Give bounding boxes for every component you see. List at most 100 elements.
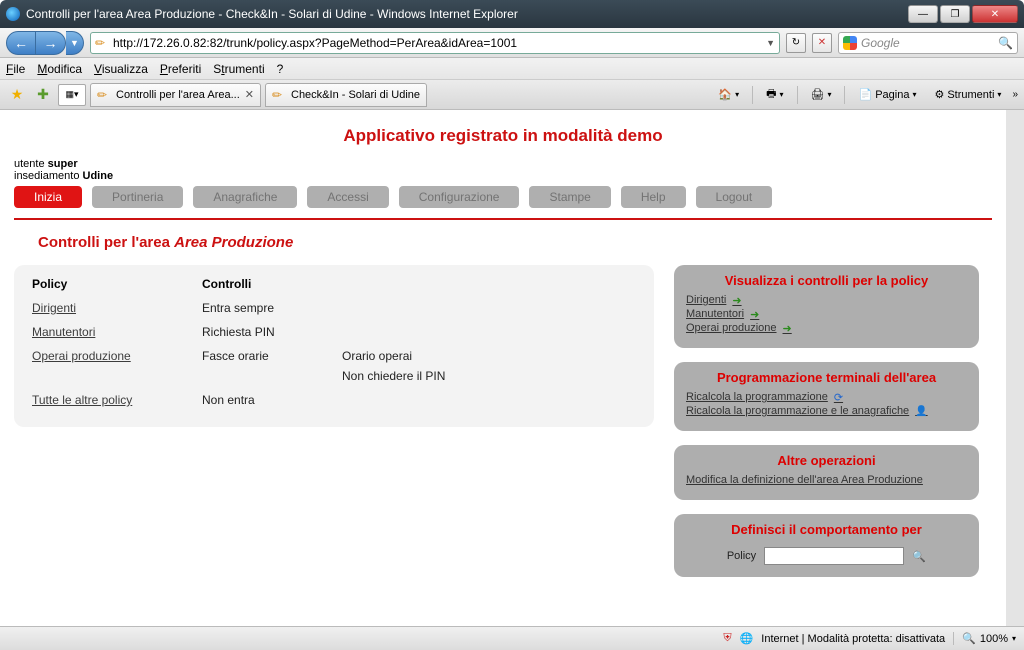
site-line: insediamento Udine — [14, 170, 992, 182]
policy-panel: Policy Controlli Dirigenti Entra sempre … — [14, 265, 654, 427]
zoom-dropdown-icon[interactable]: ▾ — [1012, 634, 1016, 643]
policy-link-manutentori[interactable]: Manutentori — [32, 325, 202, 339]
address-bar[interactable]: http://172.26.0.82:82/trunk/policy.aspx?… — [90, 32, 780, 54]
zoom-value: 100% — [980, 633, 1008, 645]
controlli-altre: Non entra — [202, 393, 342, 407]
menu-visualizza[interactable]: Visualizza — [94, 62, 148, 76]
arrow-icon — [732, 294, 746, 306]
tab-toolbar: ★ ✚ ▦▾ Controlli per l'area Area... ✕ Ch… — [0, 80, 1024, 110]
panel-visualizza-title: Visualizza i controlli per la policy — [686, 273, 967, 288]
extra-operai: Orario operai Non chiedere il PIN — [342, 349, 636, 383]
col-policy-header: Policy — [32, 277, 202, 291]
rlink-manutentori[interactable]: Manutentori — [686, 308, 967, 320]
back-button[interactable]: ← — [6, 31, 36, 55]
window-title: Controlli per l'area Area Produzione - C… — [6, 7, 518, 21]
globe-icon: 🌐 — [740, 632, 754, 645]
refresh-icon — [834, 391, 848, 403]
nav-logout[interactable]: Logout — [696, 186, 773, 208]
nav-inizia[interactable]: Inizia — [14, 186, 82, 208]
controlli-dirigenti: Entra sempre — [202, 301, 342, 315]
person-icon — [915, 405, 929, 417]
arrow-icon — [783, 322, 797, 334]
panel-visualizza: Visualizza i controlli per la policy Dir… — [674, 265, 979, 348]
nav-accessi[interactable]: Accessi — [307, 186, 388, 208]
home-button[interactable]: 🏠▾ — [711, 84, 746, 106]
pagina-menu[interactable]: 📄 Pagina ▾ — [851, 84, 923, 106]
rlink-modifica-area[interactable]: Modifica la definizione dell'area Area P… — [686, 474, 967, 486]
window-title-text: Controlli per l'area Area Produzione - C… — [26, 7, 518, 21]
panel-programmazione-title: Programmazione terminali dell'area — [686, 370, 967, 385]
viewport: Applicativo registrato in modalità demo … — [0, 110, 1024, 626]
menu-preferiti[interactable]: Preferiti — [160, 62, 201, 76]
nav-configurazione[interactable]: Configurazione — [399, 186, 520, 208]
pencil-icon — [97, 88, 111, 102]
security-shield-icon: ⛨ — [723, 632, 731, 645]
page-title: Controlli per l'area Area Produzione — [38, 234, 992, 251]
controlli-manutentori: Richiesta PIN — [202, 325, 342, 339]
zoom-icon: 🔍 — [962, 632, 976, 645]
search-placeholder: Google — [861, 36, 900, 50]
menu-bar: File Modifica Visualizza Preferiti Strum… — [0, 58, 1024, 80]
panel-programmazione: Programmazione terminali dell'area Rical… — [674, 362, 979, 431]
add-favorite-icon[interactable]: ✚ — [32, 84, 54, 106]
tab-inactive[interactable]: Check&In - Solari di Udine — [265, 83, 427, 107]
close-button[interactable]: ✕ — [972, 5, 1018, 23]
maximize-button[interactable]: ❐ — [940, 5, 970, 23]
stop-button[interactable]: ✕ — [812, 33, 832, 53]
rlink-ricalcola[interactable]: Ricalcola la programmazione — [686, 391, 967, 403]
panel-altre-title: Altre operazioni — [686, 453, 967, 468]
nav-anagrafiche[interactable]: Anagrafiche — [193, 186, 297, 208]
policy-input[interactable] — [764, 547, 904, 565]
feeds-button[interactable]: 🖶▾ — [759, 84, 790, 106]
policy-input-label: Policy — [727, 550, 756, 562]
policy-link-dirigenti[interactable]: Dirigenti — [32, 301, 202, 315]
url-text: http://172.26.0.82:82/trunk/policy.aspx?… — [113, 36, 762, 50]
arrow-icon — [750, 308, 764, 320]
user-line: utente super — [14, 158, 992, 170]
nav-portineria[interactable]: Portineria — [92, 186, 183, 208]
favorites-star-icon[interactable]: ★ — [6, 84, 28, 106]
nav-help[interactable]: Help — [621, 186, 686, 208]
search-box[interactable]: Google 🔍 — [838, 32, 1018, 54]
panel-altre: Altre operazioni Modifica la definizione… — [674, 445, 979, 500]
red-divider — [14, 218, 992, 220]
search-go-icon[interactable]: 🔍 — [998, 36, 1013, 50]
internet-explorer-icon — [6, 7, 20, 21]
status-text: Internet | Modalità protetta: disattivat… — [761, 633, 945, 645]
main-nav: Inizia Portineria Anagrafiche Accessi Co… — [14, 186, 992, 208]
rlink-ricalcola-anag[interactable]: Ricalcola la programmazione e le anagraf… — [686, 405, 967, 417]
tab-label-0: Controlli per l'area Area... — [116, 89, 240, 101]
pencil-icon — [272, 88, 286, 102]
quick-tabs-button[interactable]: ▦▾ — [58, 84, 86, 106]
toolbar-chevron-icon[interactable]: » — [1012, 89, 1018, 100]
search-icon[interactable] — [912, 550, 926, 562]
policy-link-operai[interactable]: Operai produzione — [32, 349, 202, 383]
nav-arrows: ← → ▼ — [6, 31, 84, 55]
menu-modifica[interactable]: Modifica — [37, 62, 82, 76]
minimize-button[interactable]: — — [908, 5, 938, 23]
refresh-button[interactable]: ↻ — [786, 33, 806, 53]
history-dropdown[interactable]: ▼ — [66, 31, 84, 55]
policy-link-altre[interactable]: Tutte le altre policy — [32, 393, 202, 407]
controlli-operai: Fasce orarie — [202, 349, 342, 383]
rlink-dirigenti[interactable]: Dirigenti — [686, 294, 967, 306]
tab-label-1: Check&In - Solari di Udine — [291, 89, 420, 101]
rlink-operai[interactable]: Operai produzione — [686, 322, 967, 334]
window-buttons: — ❐ ✕ — [908, 5, 1018, 23]
demo-banner: Applicativo registrato in modalità demo — [14, 126, 992, 146]
menu-help[interactable]: ? — [277, 62, 284, 76]
close-tab-icon[interactable]: ✕ — [245, 88, 254, 101]
menu-file[interactable]: File — [6, 62, 25, 76]
nav-stampe[interactable]: Stampe — [529, 186, 610, 208]
panel-definisci-title: Definisci il comportamento per — [686, 522, 967, 537]
strumenti-menu[interactable]: ⚙ Strumenti ▾ — [927, 84, 1008, 106]
forward-button[interactable]: → — [36, 31, 66, 55]
menu-strumenti[interactable]: Strumenti — [213, 62, 264, 76]
address-dropdown-icon[interactable]: ▼ — [766, 38, 775, 48]
zoom-control[interactable]: 🔍 100% ▾ — [953, 632, 1016, 645]
window-titlebar: Controlli per l'area Area Produzione - C… — [0, 0, 1024, 28]
panel-definisci: Definisci il comportamento per Policy — [674, 514, 979, 577]
tab-active[interactable]: Controlli per l'area Area... ✕ — [90, 83, 261, 107]
google-icon — [843, 36, 857, 50]
print-button[interactable]: 🖨▾ — [804, 84, 839, 106]
